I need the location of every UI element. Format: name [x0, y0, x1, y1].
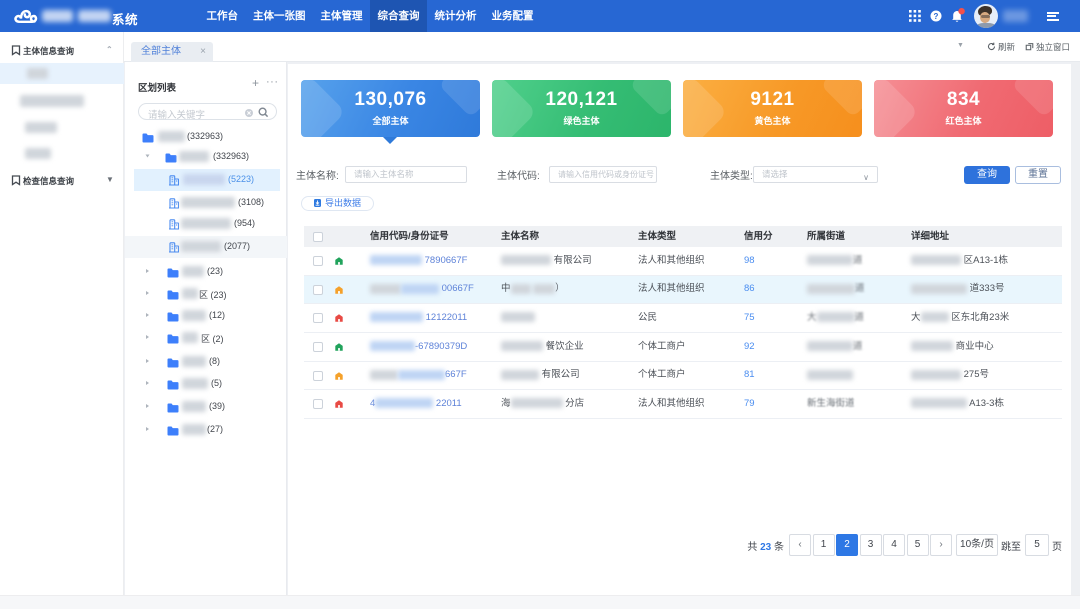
- svg-text:?: ?: [934, 12, 939, 21]
